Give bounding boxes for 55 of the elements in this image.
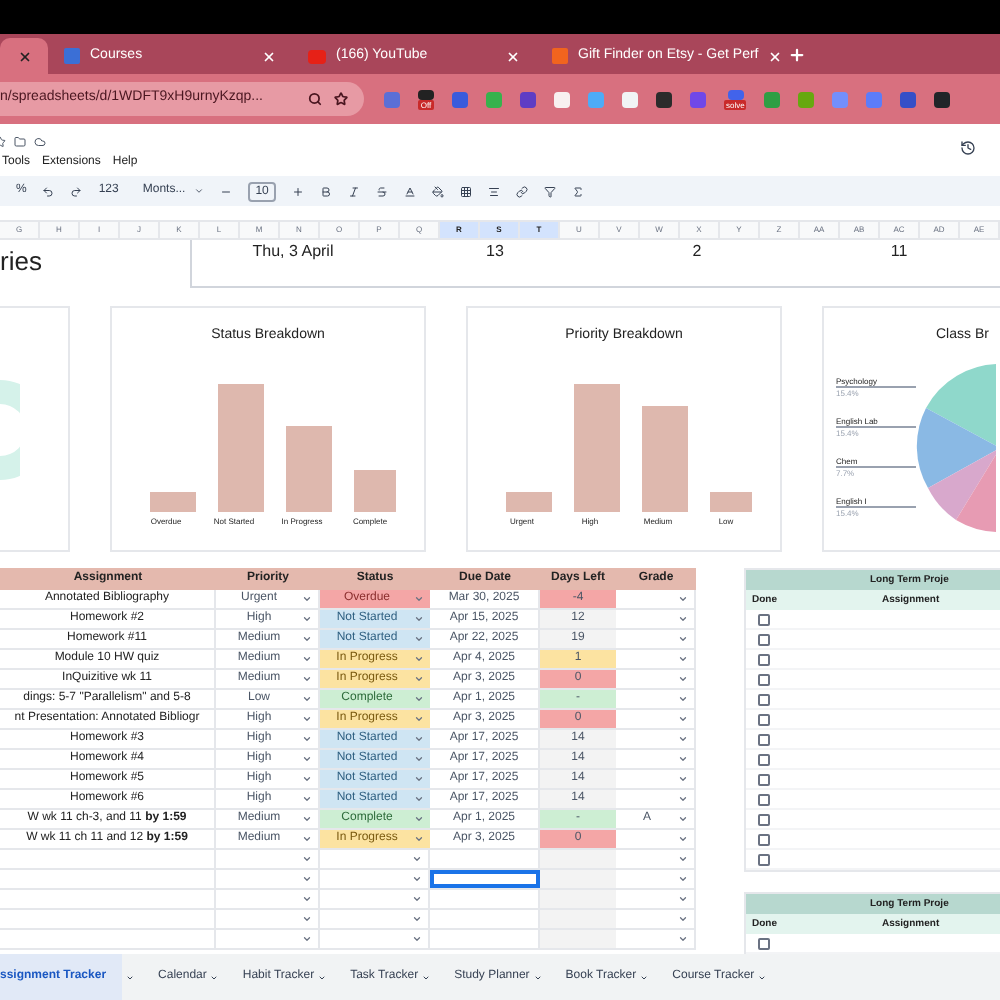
search-icon[interactable] xyxy=(308,92,322,106)
checkbox[interactable] xyxy=(758,773,770,785)
browser-tab[interactable] xyxy=(0,38,48,74)
checkbox[interactable] xyxy=(758,753,770,765)
close-icon[interactable] xyxy=(18,49,32,63)
table-cell xyxy=(540,890,616,908)
checkbox[interactable] xyxy=(758,653,770,665)
checkbox[interactable] xyxy=(758,613,770,625)
checkbox[interactable] xyxy=(758,853,770,865)
table-cell xyxy=(540,850,616,868)
summary-value: 11 xyxy=(888,242,910,264)
donut-chart-drawing xyxy=(0,379,20,479)
extension-icon[interactable] xyxy=(656,91,672,107)
extension-icon[interactable] xyxy=(934,91,951,107)
checkbox[interactable] xyxy=(758,833,770,845)
new-tab-icon[interactable] xyxy=(788,46,806,64)
italic-icon[interactable] xyxy=(348,185,361,197)
decrease-size-icon[interactable] xyxy=(219,185,232,197)
page-heading: ries xyxy=(0,246,44,278)
link-icon[interactable] xyxy=(516,185,529,197)
table-cell xyxy=(540,910,616,928)
star-icon[interactable] xyxy=(334,92,348,106)
shop-icon xyxy=(552,48,568,64)
checkbox[interactable] xyxy=(758,673,770,685)
checkbox[interactable] xyxy=(758,793,770,805)
checkbox[interactable] xyxy=(758,813,770,825)
play-icon xyxy=(308,49,326,63)
checkbox[interactable] xyxy=(758,633,770,645)
checkbox[interactable] xyxy=(758,937,770,949)
summary-value: 13 xyxy=(484,242,506,264)
table-cell xyxy=(540,930,616,948)
align-icon[interactable] xyxy=(488,185,501,197)
checkbox[interactable] xyxy=(758,693,770,705)
table-cell xyxy=(540,870,616,888)
cloud-icon[interactable] xyxy=(34,135,46,147)
history-icon[interactable] xyxy=(960,140,976,156)
text-color-icon[interactable] xyxy=(404,185,417,197)
bold-icon[interactable] xyxy=(320,185,333,197)
strikethrough-icon[interactable] xyxy=(376,185,389,197)
checkbox[interactable] xyxy=(758,713,770,725)
filter-icon[interactable] xyxy=(544,185,557,197)
increase-size-icon[interactable] xyxy=(292,185,305,197)
folder-icon[interactable] xyxy=(14,135,26,147)
summary-value: 2 xyxy=(690,242,704,264)
functions-icon[interactable] xyxy=(572,185,585,197)
checkbox[interactable] xyxy=(758,733,770,745)
extension-icon[interactable] xyxy=(418,89,434,99)
extension-icon[interactable] xyxy=(520,91,536,107)
summary-value: Thu, 3 April xyxy=(250,242,336,264)
borders-icon[interactable] xyxy=(460,185,473,197)
extension-icon[interactable] xyxy=(554,91,570,107)
table-cell[interactable] xyxy=(430,870,540,888)
course-app-icon xyxy=(64,48,80,64)
extension-icon[interactable] xyxy=(622,91,638,107)
fill-color-icon[interactable] xyxy=(432,185,445,197)
